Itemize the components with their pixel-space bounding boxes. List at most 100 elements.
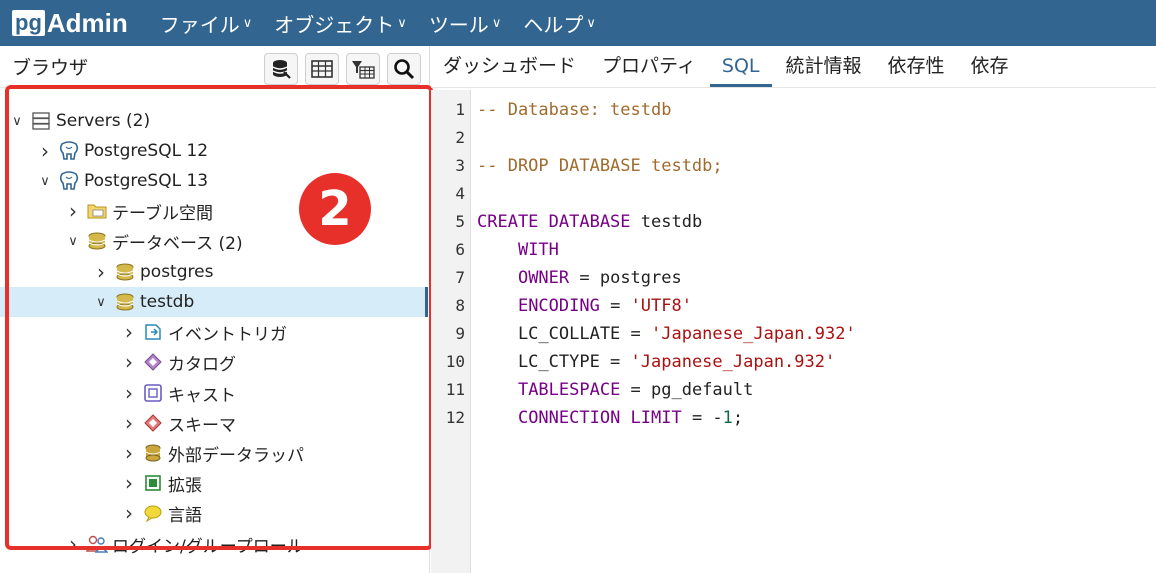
tab-sql[interactable]: SQL xyxy=(709,47,772,87)
chevron-right-icon[interactable]: › xyxy=(122,381,136,405)
logo-pg: pg xyxy=(12,10,45,36)
chevron-right-icon[interactable]: › xyxy=(38,139,52,163)
view-data-button[interactable] xyxy=(305,53,339,85)
chevron-right-icon[interactable]: › xyxy=(122,320,136,344)
line-number: 12 xyxy=(445,408,465,427)
tree-node-label: データベース (2) xyxy=(112,233,243,254)
chevron-right-icon[interactable]: › xyxy=(66,532,80,556)
code-line: -- DROP DATABASE testdb; xyxy=(477,152,723,180)
content-panel: ダッシュボード プロパティ SQL 統計情報 依存性 依存 1234567891… xyxy=(431,46,1156,573)
code-line: LC_COLLATE = 'Japanese_Japan.932' xyxy=(477,320,856,348)
line-number: 6 xyxy=(455,240,465,259)
tree-node[interactable]: › ログイン/グループロール xyxy=(0,529,428,559)
code-line: WITH xyxy=(477,236,559,264)
browser-header: ブラウザ xyxy=(0,46,429,88)
code-line: ENCODING = 'UTF8' xyxy=(477,292,692,320)
query-tool-button[interactable] xyxy=(264,53,298,85)
code-token: CREATE DATABASE xyxy=(477,212,631,232)
search-objects-button[interactable] xyxy=(387,53,421,85)
chevron-right-icon[interactable]: › xyxy=(122,471,136,495)
chevron-down-icon[interactable]: ∨ xyxy=(38,174,52,189)
code-line: -- Database: testdb xyxy=(477,96,671,124)
line-number: 7 xyxy=(455,268,465,287)
menu-help-label: ヘルプ xyxy=(523,12,584,37)
chevron-down-icon[interactable]: ∨ xyxy=(10,114,24,129)
tree-node-label: カタログ xyxy=(168,354,236,375)
tree-node-label: テーブル空間 xyxy=(112,203,213,224)
postgres-elephant-icon xyxy=(58,171,80,191)
login-group-roles-icon xyxy=(86,534,108,554)
tree-node[interactable]: › イベントトリガ xyxy=(0,317,428,347)
tree-node[interactable]: ∨ Servers (2) xyxy=(0,106,428,136)
code-token: = xyxy=(599,296,631,316)
tree-node[interactable]: › スキーマ xyxy=(0,408,428,438)
code-token: TABLESPACE xyxy=(517,380,621,400)
code-token: = - xyxy=(681,408,723,428)
code-token: CONNECTION LIMIT xyxy=(517,408,682,428)
code-token: OWNER xyxy=(517,268,570,288)
tab-dependencies[interactable]: 依存性 xyxy=(876,47,957,87)
code-token: = postgres xyxy=(569,268,682,288)
filter-table-icon xyxy=(352,61,375,79)
tree-node[interactable]: › 外部データラッパ xyxy=(0,438,428,468)
tree-node[interactable]: › キャスト xyxy=(0,378,428,408)
tree-node-label: キャスト xyxy=(168,385,236,406)
filtered-rows-button[interactable] xyxy=(346,53,380,85)
menu-object[interactable]: オブジェクト ∨ xyxy=(274,9,407,38)
tree-node[interactable]: › カタログ xyxy=(0,347,428,377)
tree-node[interactable]: › 言語 xyxy=(0,498,428,528)
event-trigger-icon xyxy=(142,322,164,342)
menu-tools[interactable]: ツール ∨ xyxy=(429,9,502,38)
tree-node[interactable]: › 拡張 xyxy=(0,468,428,498)
tree-node-label: postgres xyxy=(140,262,214,282)
chevron-right-icon[interactable]: › xyxy=(122,411,136,435)
menu-help[interactable]: ヘルプ ∨ xyxy=(523,9,596,38)
tablespace-folder-icon xyxy=(86,201,108,221)
line-number: 3 xyxy=(455,156,465,175)
servers-icon xyxy=(30,111,52,131)
tab-statistics[interactable]: 統計情報 xyxy=(774,47,874,87)
code-line: CONNECTION LIMIT = -1; xyxy=(477,404,743,432)
cast-icon xyxy=(142,383,164,403)
line-number: 4 xyxy=(455,184,465,203)
logo-admin: Admin xyxy=(46,7,128,38)
catalog-icon xyxy=(142,352,164,372)
chevron-right-icon[interactable]: › xyxy=(122,501,136,525)
code-token: 'UTF8' xyxy=(630,296,692,316)
code-token: LC_COLLATE = xyxy=(477,324,651,344)
tree-node[interactable]: ∨ testdb xyxy=(0,287,428,317)
postgres-elephant-icon xyxy=(58,141,80,161)
sql-editor[interactable]: 1 2 3 4 5 6 7 8 9 10 11 12 -- Database: testdb -- DR… xyxy=(431,90,1156,573)
top-navbar: pg Admin ファイル ∨ オブジェクト ∨ ツール ∨ ヘルプ ∨ xyxy=(0,0,1156,46)
search-icon xyxy=(394,59,415,80)
line-number-gutter: 1 2 3 4 5 6 7 8 9 10 11 12 xyxy=(431,90,471,573)
code-token: 'Japanese_Japan.932' xyxy=(651,324,856,344)
code-token: LC_CTYPE = xyxy=(477,352,631,372)
tab-dependents[interactable]: 依存 xyxy=(959,47,1021,87)
code-line: OWNER = postgres xyxy=(477,264,682,292)
chevron-right-icon[interactable]: › xyxy=(122,441,136,465)
code-token: -- Database: testdb xyxy=(477,100,672,120)
tree-node[interactable]: › postgres xyxy=(0,257,428,287)
tree-node-label: イベントトリガ xyxy=(168,324,287,345)
line-number: 10 xyxy=(445,352,465,371)
line-number: 2 xyxy=(455,128,465,147)
tree-node-label: 言語 xyxy=(168,505,202,526)
chevron-right-icon[interactable]: › xyxy=(122,350,136,374)
chevron-down-icon[interactable]: ∨ xyxy=(66,234,80,249)
tab-dashboard[interactable]: ダッシュボード xyxy=(431,47,588,87)
line-number: 8 xyxy=(455,296,465,315)
chevron-down-icon[interactable]: ∨ xyxy=(94,295,108,310)
menu-file[interactable]: ファイル ∨ xyxy=(160,9,253,38)
tree-node-label: PostgreSQL 13 xyxy=(84,171,209,191)
chevron-right-icon[interactable]: › xyxy=(94,260,108,284)
tree-node[interactable]: › PostgreSQL 12 xyxy=(0,136,428,166)
chevron-right-icon[interactable]: › xyxy=(66,199,80,223)
tab-properties[interactable]: プロパティ xyxy=(590,47,708,87)
foreign-data-wrapper-icon xyxy=(142,443,164,463)
pgadmin-logo[interactable]: pg Admin xyxy=(12,8,128,38)
